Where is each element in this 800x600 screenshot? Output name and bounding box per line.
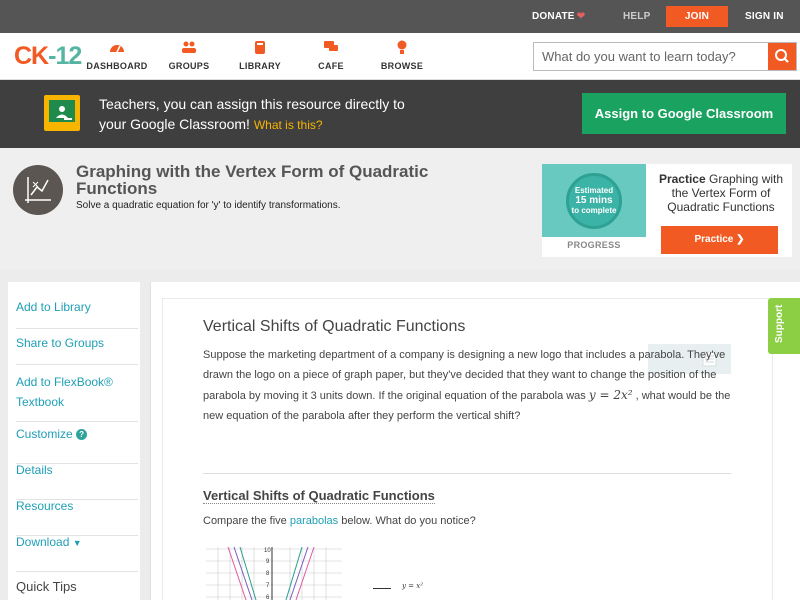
nav-groups-label: GROUPS bbox=[168, 61, 210, 71]
sidebar-item-customize[interactable]: Customize ? bbox=[16, 427, 138, 464]
logo-ck: CK bbox=[14, 42, 49, 70]
nav-cafe-label: CAFE bbox=[318, 61, 344, 71]
practice-image: Estimated 15 mins to complete bbox=[542, 164, 646, 237]
support-label: Support bbox=[774, 304, 785, 343]
groups-icon bbox=[154, 40, 224, 56]
nav-browse-label: BROWSE bbox=[380, 61, 424, 71]
nav-browse[interactable]: BROWSE bbox=[367, 40, 437, 71]
estimate-badge: Estimated 15 mins to complete bbox=[566, 173, 622, 229]
page-title: Graphing with the Vertex Form of Quadrat… bbox=[76, 162, 429, 198]
quick-tips[interactable]: Quick Tips bbox=[16, 579, 77, 594]
classroom-message: Teachers, you can assign this resource d… bbox=[99, 94, 459, 135]
practice-button[interactable]: Practice ❯ bbox=[661, 226, 778, 254]
nav-library-label: LIBRARY bbox=[239, 61, 281, 71]
main-nav: CK-12 DASHBOARD GROUPS LIBRARY CAFE BROW… bbox=[0, 33, 800, 80]
sidebar-item-add-to-library[interactable]: Add to Library bbox=[16, 300, 138, 329]
subsection-heading: Vertical Shifts of Quadratic Functions bbox=[203, 488, 435, 504]
what-is-this-link[interactable]: What is this? bbox=[254, 118, 323, 132]
progress-label: PROGRESS bbox=[567, 240, 621, 250]
donate-label: DONATE bbox=[532, 11, 575, 22]
legend-line bbox=[373, 588, 391, 589]
sidebar-item-details[interactable]: Details bbox=[16, 463, 138, 500]
google-classroom-banner: Teachers, you can assign this resource d… bbox=[0, 80, 800, 148]
parabolas-link[interactable]: parabolas bbox=[290, 515, 338, 527]
heart-icon: ❤ bbox=[576, 11, 586, 22]
download-label: Download bbox=[16, 535, 70, 549]
library-icon bbox=[225, 40, 295, 56]
sidebar: Add to Library Share to Groups Add to Fl… bbox=[8, 282, 140, 600]
logo-number: 12 bbox=[55, 42, 82, 70]
sidebar-item-share-to-groups[interactable]: Share to Groups bbox=[16, 336, 138, 365]
search-icon bbox=[775, 49, 789, 63]
equation: y = 2x² bbox=[588, 388, 633, 402]
search-box bbox=[533, 42, 797, 71]
nav-cafe[interactable]: CAFE bbox=[296, 40, 366, 71]
lesson-header: Graphing with the Vertex Form of Quadrat… bbox=[0, 148, 800, 270]
nav-library[interactable]: LIBRARY bbox=[225, 40, 295, 71]
ck12-logo[interactable]: CK-12 bbox=[14, 42, 82, 71]
nav-dashboard-label: DASHBOARD bbox=[86, 61, 148, 71]
dashboard-icon bbox=[82, 40, 152, 56]
practice-button-label: Practice bbox=[694, 234, 734, 245]
lesson-content: Vertical Shifts of Quadratic Functions S… bbox=[150, 282, 800, 600]
section-heading: Vertical Shifts of Quadratic Functions bbox=[203, 318, 466, 335]
sign-in-link[interactable]: SIGN IN bbox=[745, 0, 784, 33]
sidebar-item-add-to-flexbook[interactable]: Add to FlexBook® Textbook bbox=[16, 372, 138, 422]
intro-paragraph: Suppose the marketing department of a co… bbox=[203, 345, 731, 426]
assign-google-classroom-button[interactable]: Assign to Google Classroom bbox=[582, 93, 786, 134]
practice-card: Estimated 15 mins to complete PROGRESS P… bbox=[542, 164, 792, 257]
parabola-graph: 10 9 8 7 6 bbox=[206, 547, 342, 600]
donate-link[interactable]: DONATE ❤ bbox=[532, 0, 585, 33]
browse-icon bbox=[367, 40, 437, 56]
practice-description: Practice Graphing with the Vertex Form o… bbox=[654, 172, 788, 214]
estimate-line3: to complete bbox=[571, 206, 617, 215]
compare-a: Compare the five bbox=[203, 515, 290, 527]
nav-groups[interactable]: GROUPS bbox=[154, 40, 224, 71]
estimate-line1: Estimated bbox=[574, 186, 614, 195]
classroom-line1: Teachers, you can assign this resource d… bbox=[99, 96, 405, 112]
graph-tick-label: 10 bbox=[264, 548, 271, 554]
top-bar: DONATE ❤ HELP JOIN SIGN IN bbox=[0, 0, 800, 33]
cafe-icon bbox=[296, 40, 366, 56]
compare-text: Compare the five parabolas below. What d… bbox=[203, 515, 476, 527]
join-button[interactable]: JOIN bbox=[666, 6, 728, 27]
search-input[interactable] bbox=[534, 43, 768, 70]
search-button[interactable] bbox=[768, 43, 796, 70]
nav-dashboard[interactable]: DASHBOARD bbox=[82, 40, 152, 71]
practice-bold: Practice bbox=[658, 172, 706, 186]
classroom-line2: your Google Classroom! bbox=[99, 116, 250, 132]
google-classroom-icon bbox=[44, 95, 80, 131]
estimate-line2: 15 mins bbox=[575, 195, 613, 206]
divider bbox=[203, 473, 731, 474]
chevron-right-icon: ❯ bbox=[736, 234, 745, 245]
page-subtitle: Solve a quadratic equation for 'y' to id… bbox=[76, 200, 341, 211]
help-link[interactable]: HELP bbox=[623, 0, 650, 33]
graph-concept-icon bbox=[13, 165, 63, 215]
caret-down-icon: ▼ bbox=[72, 538, 82, 548]
sidebar-item-download[interactable]: Download ▼ bbox=[16, 535, 138, 572]
support-tab[interactable]: Support bbox=[768, 298, 800, 354]
customize-label: Customize bbox=[16, 427, 73, 441]
sidebar-item-resources[interactable]: Resources bbox=[16, 499, 138, 536]
legend-label: y = x² bbox=[402, 582, 424, 590]
compare-b: below. What do you notice? bbox=[338, 515, 476, 527]
help-icon[interactable]: ? bbox=[76, 429, 88, 440]
